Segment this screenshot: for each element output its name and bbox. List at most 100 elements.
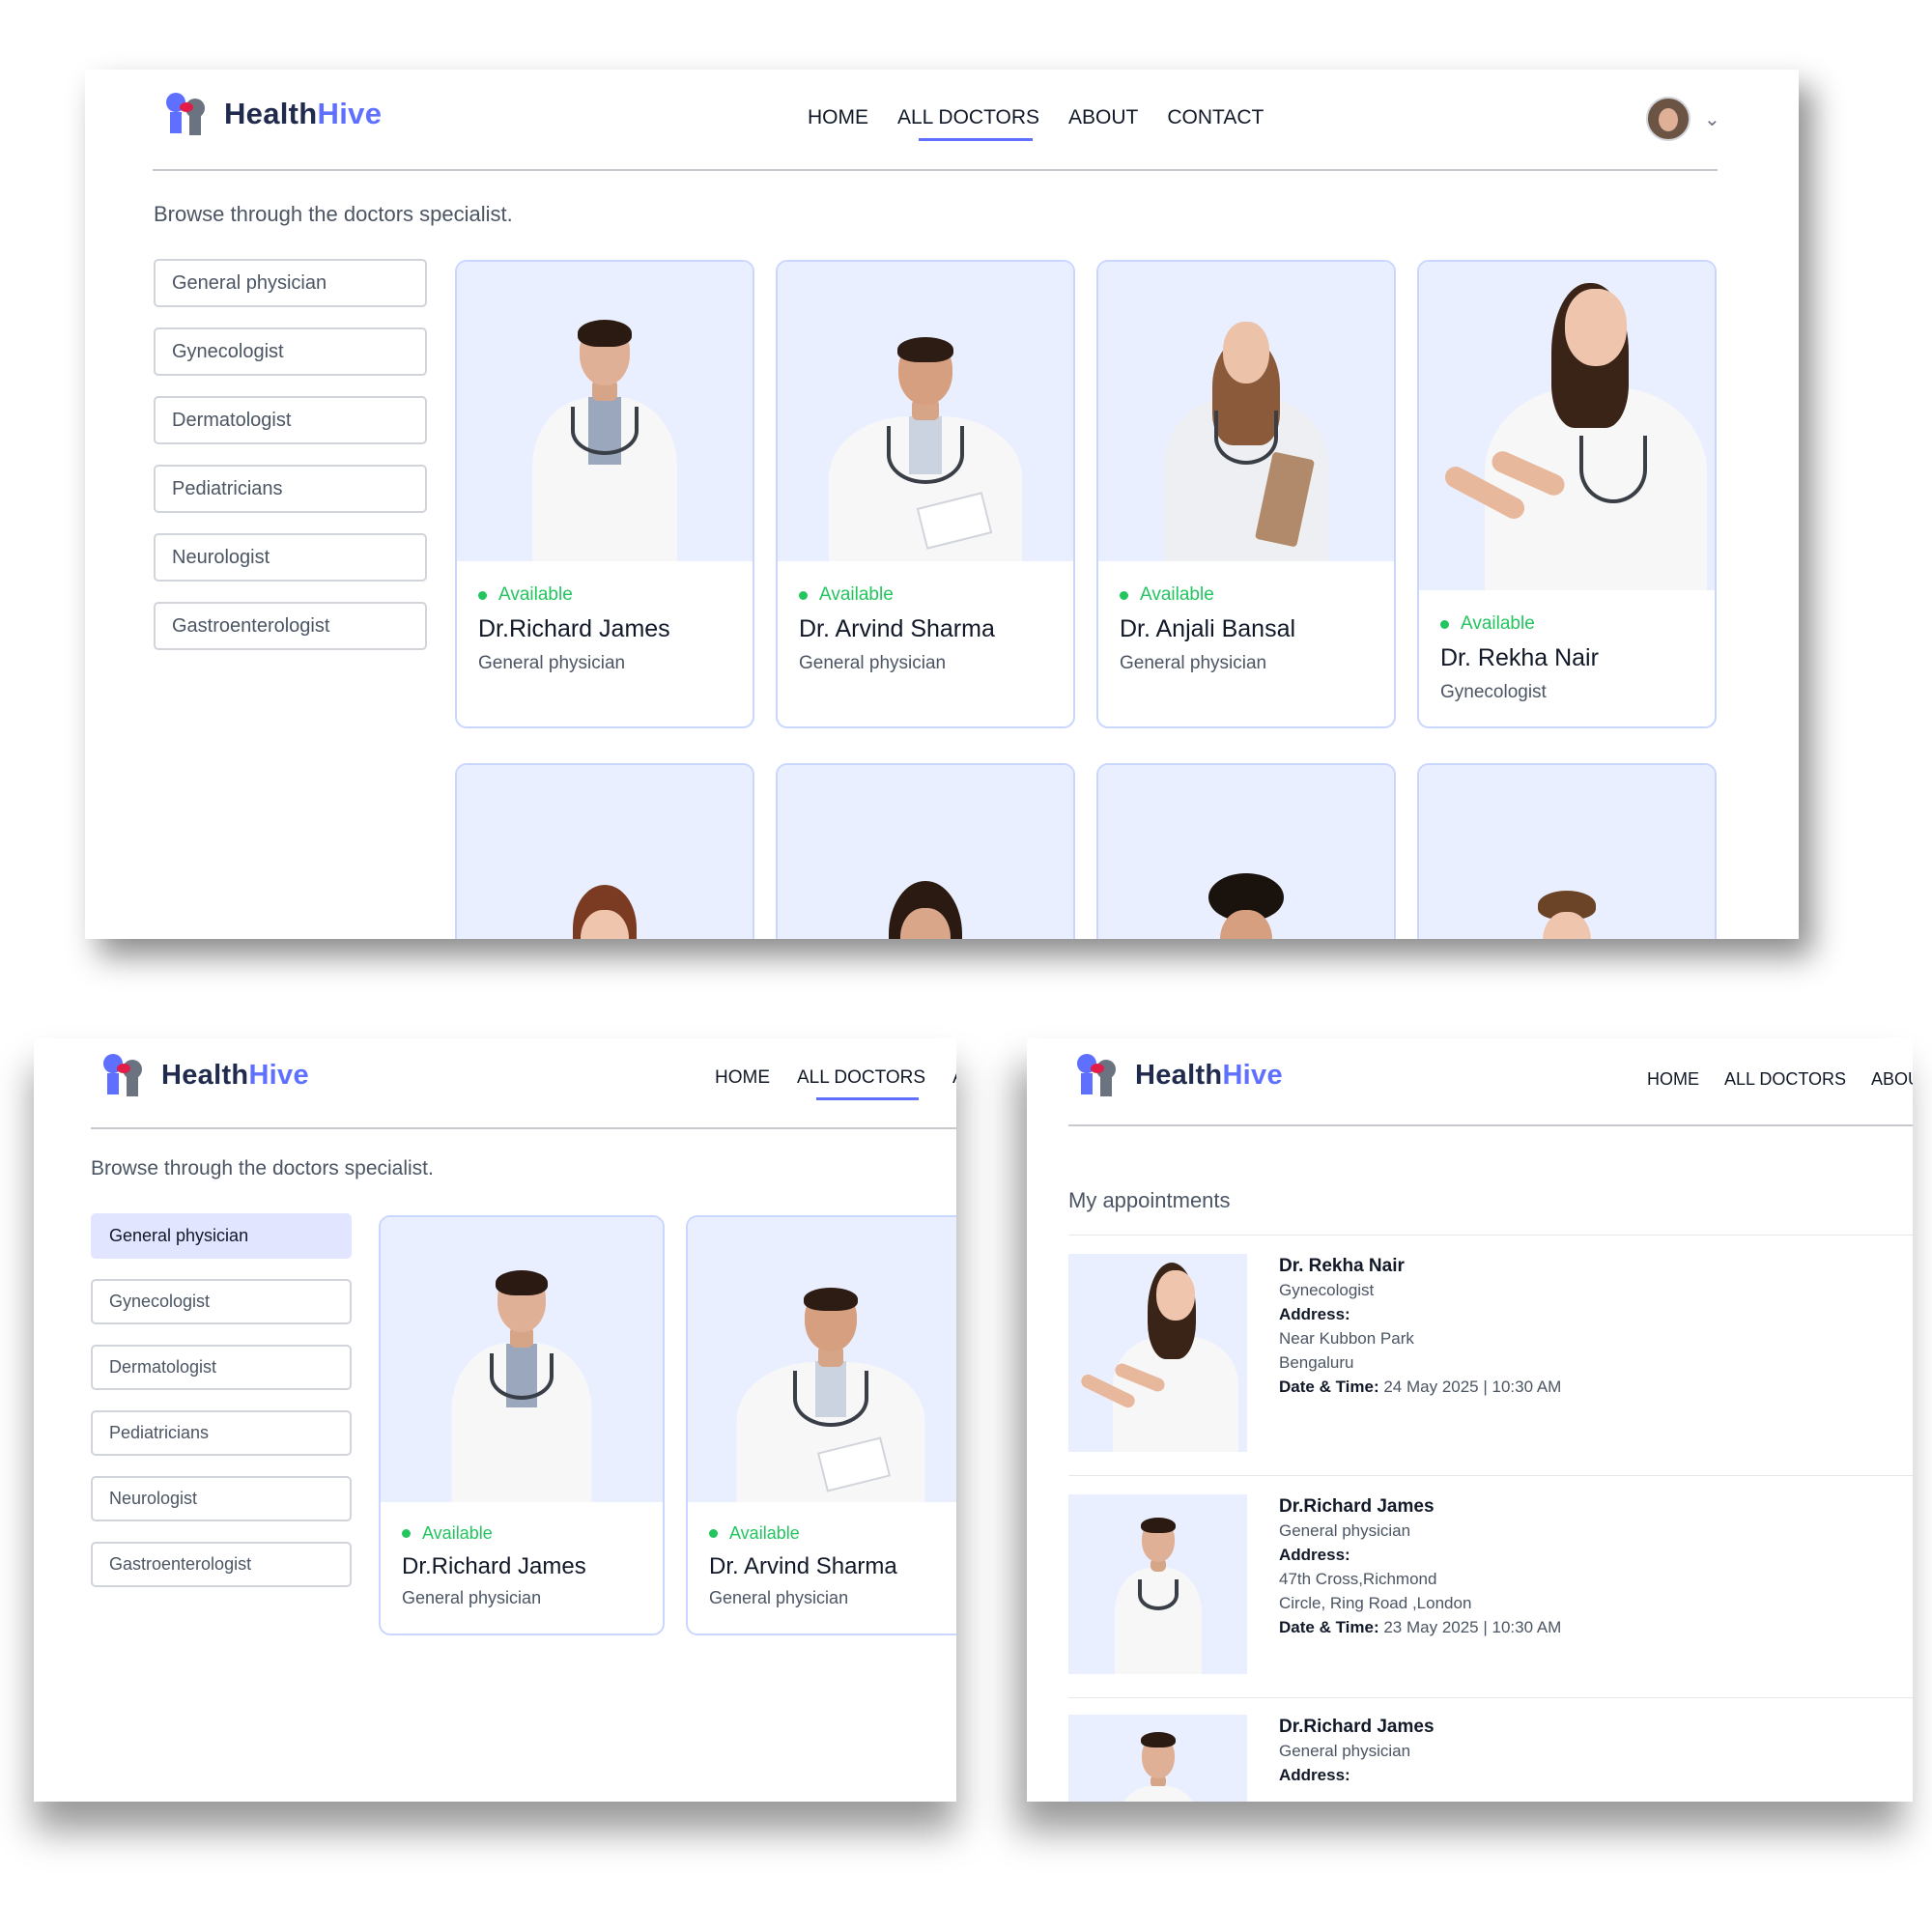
doctor-name: Dr. Rekha Nair [1279, 1256, 1405, 1276]
filter-neurologist[interactable]: Neurologist [154, 533, 427, 582]
logo[interactable]: HealthHive [99, 1054, 309, 1096]
speciality-filter-list: General physician Gynecologist Dermatolo… [154, 259, 427, 650]
doctor-speciality: General physician [478, 653, 626, 673]
doctor-card[interactable] [1417, 763, 1717, 939]
availability-status: Available [422, 1523, 493, 1543]
doctor-photo [1419, 765, 1715, 939]
profile-menu[interactable]: ⌄ [1646, 97, 1720, 141]
filter-general-physician[interactable]: General physician [91, 1213, 352, 1259]
address-line1: 47th Cross,Richmond [1279, 1570, 1437, 1588]
chevron-down-icon[interactable]: ⌄ [1704, 107, 1720, 131]
logo-icon [162, 93, 213, 135]
brand-name-part1: Health [1135, 1059, 1223, 1091]
doctor-card[interactable] [776, 763, 1075, 939]
nav-about[interactable]: ABOUT [1068, 106, 1138, 129]
nav-all-doctors[interactable]: ALL DOCTORS [797, 1067, 925, 1100]
doctor-photo [1068, 1494, 1247, 1674]
doctor-photo [1098, 262, 1394, 561]
appointment-info: Dr. Rekha Nair Gynecologist Address: Nea… [1279, 1254, 1561, 1399]
filter-gastroenterologist[interactable]: Gastroenterologist [154, 602, 427, 650]
doctor-speciality: Gynecologist [1279, 1281, 1375, 1299]
filter-dermatologist[interactable]: Dermatologist [154, 396, 427, 444]
doctor-photo [457, 262, 753, 561]
doctor-card[interactable]: Available Dr.Richard James General physi… [455, 260, 754, 728]
brand-name-part2: Hive [317, 97, 383, 130]
brand-name-part1: Health [161, 1059, 249, 1091]
doctor-card[interactable]: Available Dr. Anjali Bansal General phys… [1096, 260, 1396, 728]
nav-all-doctors[interactable]: ALL DOCTORS [1724, 1069, 1846, 1090]
available-dot-icon [1120, 590, 1128, 600]
datetime-label: Date & Time: [1279, 1618, 1379, 1636]
doctor-speciality: General physician [1279, 1742, 1411, 1760]
logo-icon [1073, 1054, 1123, 1096]
nav-home[interactable]: HOME [1647, 1069, 1699, 1090]
divider [1068, 1235, 1913, 1236]
divider [1068, 1697, 1913, 1698]
appointments-title: My appointments [1068, 1188, 1231, 1212]
doctors-filtered-panel: HealthHive HOME ALL DOCTORS A Browse thr… [34, 1038, 956, 1802]
doctor-card[interactable] [455, 763, 754, 939]
nav-contact[interactable]: CONTACT [1167, 106, 1264, 129]
address-label: Address: [1279, 1766, 1350, 1784]
logo[interactable]: HealthHive [1073, 1054, 1283, 1096]
doctor-name: Dr.Richard James [402, 1553, 586, 1579]
doctor-card[interactable]: Available Dr. Arvind Sharma General phys… [686, 1215, 956, 1635]
main-nav: HOME ALL DOCTORS A [715, 1067, 956, 1100]
nav-about[interactable]: A [952, 1067, 956, 1089]
filter-gynecologist[interactable]: Gynecologist [91, 1279, 352, 1324]
address-line2: Circle, Ring Road ,London [1279, 1594, 1472, 1612]
doctor-photo [1098, 765, 1394, 939]
filter-gastroenterologist[interactable]: Gastroenterologist [91, 1542, 352, 1587]
doctor-photo [457, 765, 753, 939]
doctor-card[interactable] [1096, 763, 1396, 939]
filter-pediatricians[interactable]: Pediatricians [154, 465, 427, 513]
logo-text: HealthHive [224, 97, 382, 131]
filter-dermatologist[interactable]: Dermatologist [91, 1345, 352, 1390]
doctors-page-panel: HealthHive HOME ALL DOCTORS ABOUT CONTAC… [85, 70, 1799, 939]
datetime-label: Date & Time: [1279, 1378, 1379, 1396]
filter-neurologist[interactable]: Neurologist [91, 1476, 352, 1521]
doctor-name: Dr.Richard James [1279, 1496, 1435, 1517]
availability-status: Available [498, 584, 573, 605]
doctor-name: Dr. Arvind Sharma [709, 1553, 897, 1579]
available-dot-icon [1440, 619, 1449, 629]
doctor-name: Dr. Anjali Bansal [1120, 615, 1296, 642]
appointment-datetime: 24 May 2025 | 10:30 AM [1383, 1378, 1562, 1396]
nav-all-doctors[interactable]: ALL DOCTORS [897, 106, 1039, 141]
availability-status: Available [1140, 584, 1214, 605]
doctor-name: Dr.Richard James [1279, 1717, 1435, 1737]
filter-gynecologist[interactable]: Gynecologist [154, 327, 427, 376]
doctor-speciality: General physician [1279, 1521, 1411, 1540]
divider [1068, 1475, 1913, 1476]
doctor-photo [688, 1217, 956, 1502]
brand-name-part1: Health [224, 97, 318, 130]
available-dot-icon [799, 590, 808, 600]
nav-home[interactable]: HOME [808, 106, 868, 129]
avatar[interactable] [1646, 97, 1690, 141]
available-dot-icon [402, 1529, 411, 1538]
address-line2: Bengaluru [1279, 1353, 1354, 1372]
doctor-photo [1068, 1254, 1247, 1452]
doctor-photo [1068, 1715, 1247, 1802]
filter-general-physician[interactable]: General physician [154, 259, 427, 307]
address-label: Address: [1279, 1305, 1350, 1323]
filter-pediatricians[interactable]: Pediatricians [91, 1410, 352, 1456]
address-label: Address: [1279, 1546, 1350, 1564]
logo-text: HealthHive [1135, 1060, 1283, 1092]
doctor-card[interactable]: Available Dr. Arvind Sharma General phys… [776, 260, 1075, 728]
appointment-datetime: 23 May 2025 | 10:30 AM [1383, 1618, 1562, 1636]
availability-status: Available [729, 1523, 800, 1543]
doctor-photo [381, 1217, 663, 1502]
browse-text: Browse through the doctors specialist. [154, 202, 513, 226]
logo[interactable]: HealthHive [162, 93, 382, 135]
doctor-card[interactable]: Available Dr. Rekha Nair Gynecologist [1417, 260, 1717, 728]
nav-home[interactable]: HOME [715, 1067, 770, 1089]
doctor-photo [778, 765, 1073, 939]
doctor-card[interactable]: Available Dr.Richard James General physi… [379, 1215, 665, 1635]
brand-name-part2: Hive [248, 1059, 309, 1091]
available-dot-icon [709, 1529, 718, 1538]
nav-about[interactable]: ABOU [1871, 1069, 1913, 1090]
doctor-photo [778, 262, 1073, 561]
doctor-name: Dr.Richard James [478, 615, 670, 642]
doctor-name: Dr. Arvind Sharma [799, 615, 995, 642]
